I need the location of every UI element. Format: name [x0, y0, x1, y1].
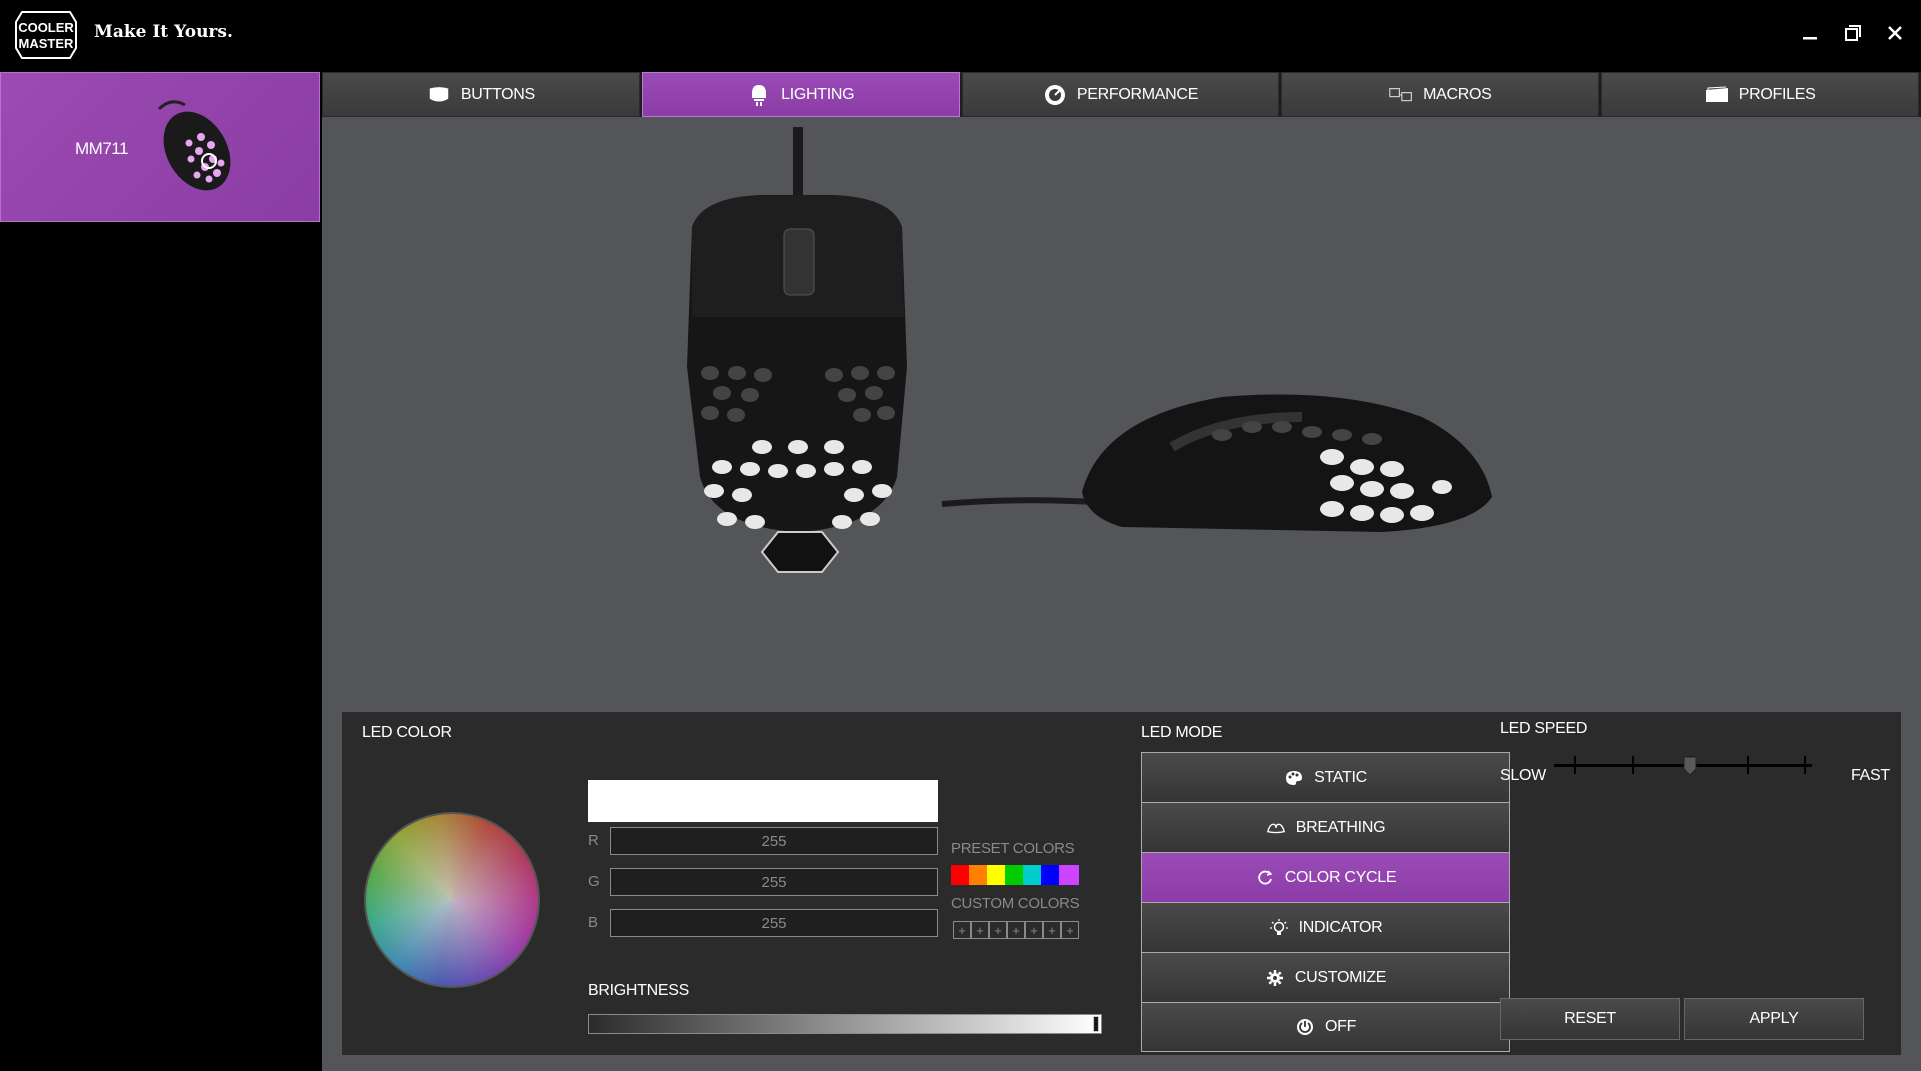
breathing-icon	[1266, 818, 1286, 838]
preset-color-swatch[interactable]	[951, 865, 971, 885]
cooler-master-logo: COOLER MASTER	[15, 11, 77, 59]
led-speed-title: LED SPEED	[1500, 720, 1588, 737]
speed-tick	[1574, 756, 1576, 774]
mouse-icon	[427, 84, 451, 106]
tab-lighting[interactable]: LIGHTING	[641, 72, 960, 117]
tab-buttons[interactable]: BUTTONS	[322, 72, 640, 117]
restore-icon[interactable]	[1838, 18, 1868, 48]
custom-color-add-slot[interactable]: +	[1061, 921, 1079, 939]
sidebar: MM711	[0, 72, 322, 1071]
current-color-swatch	[588, 780, 938, 822]
preset-color-swatch[interactable]	[1041, 865, 1061, 885]
tab-macros[interactable]: MACROS	[1281, 72, 1600, 117]
mouse-thumbnail-image	[157, 100, 231, 191]
speed-tick	[1804, 756, 1806, 774]
mode-label: COLOR CYCLE	[1284, 868, 1397, 886]
brightness-slider-thumb[interactable]	[1093, 1016, 1099, 1032]
palette-icon	[1284, 768, 1304, 788]
preset-color-swatch[interactable]	[1005, 865, 1025, 885]
mode-label: CUSTOMIZE	[1294, 968, 1387, 986]
mode-static-button[interactable]: STATIC	[1141, 752, 1510, 802]
close-icon[interactable]	[1880, 18, 1910, 48]
custom-color-add-slot[interactable]: +	[953, 921, 971, 939]
power-icon	[1295, 1017, 1315, 1037]
tab-label: BUTTONS	[460, 85, 535, 103]
tagline: Make It Yours.	[94, 22, 233, 42]
custom-color-add-slot[interactable]: +	[1043, 921, 1061, 939]
cycle-icon	[1255, 868, 1275, 888]
mouse-preview-image	[687, 127, 1492, 573]
custom-color-add-slot[interactable]: +	[1025, 921, 1043, 939]
tab-bar: BUTTONS LIGHTING PERFORMANCE MACROS PROF…	[322, 72, 1921, 117]
custom-color-add-slot[interactable]: +	[989, 921, 1007, 939]
mode-label: BREATHING	[1295, 818, 1386, 836]
custom-color-add-slot[interactable]: +	[1007, 921, 1025, 939]
preset-color-swatch[interactable]	[1059, 865, 1079, 885]
lighting-settings-panel: LED COLOR R 255 G 255 B 255 PRESET COLOR…	[342, 712, 1901, 1055]
gauge-icon	[1043, 84, 1067, 106]
speed-slow-label: SLOW	[1500, 767, 1546, 784]
g-value-input[interactable]: 255	[610, 868, 938, 896]
brightness-label: BRIGHTNESS	[588, 982, 690, 999]
mode-off-button[interactable]: OFF	[1141, 1002, 1510, 1052]
mode-indicator-button[interactable]: INDICATOR	[1141, 902, 1510, 952]
brightness-slider[interactable]	[588, 1014, 1102, 1034]
mode-breathing-button[interactable]: BREATHING	[1141, 802, 1510, 852]
custom-color-add-slot[interactable]: +	[971, 921, 989, 939]
speed-fast-label: FAST	[1851, 767, 1890, 784]
b-value-input[interactable]: 255	[610, 909, 938, 937]
led-mode-title: LED MODE	[1141, 724, 1223, 741]
bulb-icon	[747, 84, 771, 106]
led-speed-slider-thumb[interactable]	[1683, 756, 1697, 776]
folder-icon	[1705, 84, 1729, 106]
color-wheel[interactable]	[364, 812, 540, 988]
gear-icon	[1265, 968, 1285, 988]
speed-tick	[1746, 756, 1749, 774]
device-name: MM711	[75, 139, 128, 158]
preset-color-swatch[interactable]	[969, 865, 989, 885]
speed-tick	[1631, 756, 1634, 774]
main-content: BUTTONS LIGHTING PERFORMANCE MACROS PROF…	[322, 72, 1921, 1071]
svg-text:COOLER: COOLER	[18, 20, 74, 35]
preset-color-swatch[interactable]	[1023, 865, 1043, 885]
b-label: B	[588, 914, 599, 931]
mode-label: OFF	[1324, 1018, 1357, 1035]
apply-button[interactable]: APPLY	[1684, 998, 1864, 1040]
mouse-top-view	[687, 127, 907, 573]
mode-label: STATIC	[1314, 768, 1367, 786]
indicator-icon	[1269, 918, 1289, 938]
custom-colors-label: CUSTOM COLORS	[951, 895, 1080, 912]
device-card-mm711[interactable]: MM711	[0, 72, 320, 222]
macro-icon	[1389, 84, 1413, 106]
r-label: R	[588, 832, 599, 849]
title-bar: COOLER MASTER Make It Yours.	[0, 0, 1921, 72]
tab-performance[interactable]: PERFORMANCE	[961, 72, 1280, 117]
r-value-input[interactable]: 255	[610, 827, 938, 855]
minimize-icon[interactable]	[1795, 18, 1825, 48]
tab-label: PROFILES	[1738, 85, 1816, 103]
tab-profiles[interactable]: PROFILES	[1601, 72, 1919, 117]
led-color-title: LED COLOR	[362, 724, 452, 741]
tab-label: MACROS	[1423, 85, 1492, 103]
mode-customize-button[interactable]: CUSTOMIZE	[1141, 952, 1510, 1002]
led-mode-list: STATIC BREATHING COLOR CYCLE INDICATOR C…	[1141, 752, 1510, 1052]
mode-color-cycle-button[interactable]: COLOR CYCLE	[1141, 852, 1510, 902]
mode-label: INDICATOR	[1298, 918, 1383, 936]
mouse-side-view	[941, 394, 1492, 532]
reset-button[interactable]: RESET	[1500, 998, 1680, 1040]
tab-label: LIGHTING	[781, 85, 855, 103]
g-label: G	[588, 873, 600, 890]
preset-colors-label: PRESET COLORS	[951, 840, 1075, 857]
preset-color-swatch[interactable]	[987, 865, 1007, 885]
svg-text:MASTER: MASTER	[19, 36, 75, 51]
tab-label: PERFORMANCE	[1076, 85, 1199, 103]
